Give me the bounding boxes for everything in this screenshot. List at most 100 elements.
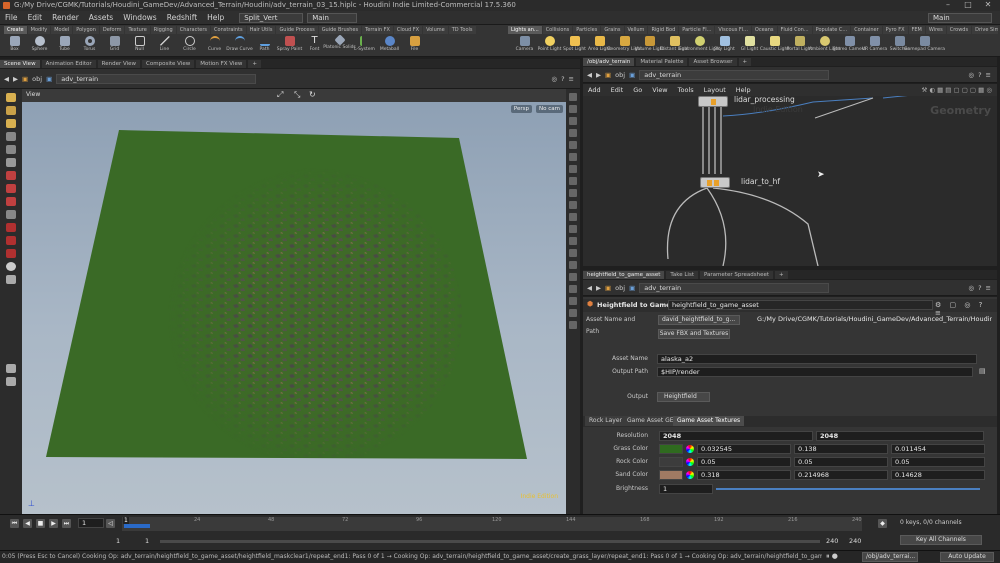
- render-region-icon[interactable]: [6, 184, 16, 193]
- tool-sky-light[interactable]: Sky Light: [712, 35, 737, 57]
- shelf-tab[interactable]: Volume: [423, 26, 448, 34]
- tab-asset-browser[interactable]: Asset Browser: [689, 58, 737, 66]
- shelf-tab[interactable]: Modify: [27, 26, 51, 34]
- shelf-tab[interactable]: FEM: [908, 26, 925, 34]
- jump-start-icon[interactable]: ⏮: [10, 519, 19, 528]
- pin-icon[interactable]: ◎: [968, 284, 974, 292]
- step-back-icon[interactable]: ◁: [106, 519, 115, 528]
- snap-edge-icon[interactable]: [6, 249, 16, 258]
- timeline-bar[interactable]: 1 24 48 72 96 120 144 168 192 216 240: [122, 517, 862, 531]
- color-wheel-icon[interactable]: [686, 445, 694, 453]
- pin-icon[interactable]: ◎: [968, 71, 974, 79]
- play-reverse-icon[interactable]: ◀: [23, 519, 32, 528]
- tool-metaball[interactable]: Metaball: [377, 35, 402, 57]
- brightness-field[interactable]: 1: [659, 484, 713, 494]
- help-icon[interactable]: ?: [978, 71, 981, 79]
- node-lidar-processing[interactable]: [698, 96, 728, 107]
- help-icon[interactable]: ?: [561, 75, 564, 83]
- tab-material-palette[interactable]: Material Palette: [636, 58, 688, 66]
- normals-icon[interactable]: [569, 165, 577, 173]
- tool-camera[interactable]: Camera: [512, 35, 537, 57]
- shelf-tab[interactable]: Grains: [601, 26, 624, 34]
- shelf-tab[interactable]: Vellum: [624, 26, 648, 34]
- tool-lsystem[interactable]: L-System: [352, 35, 377, 57]
- rotate-view-icon[interactable]: ↻: [309, 90, 316, 99]
- play-icon[interactable]: ▶: [49, 519, 58, 528]
- rotate-tool-icon[interactable]: [6, 119, 16, 128]
- sand-color-swatch[interactable]: [659, 470, 683, 480]
- vector-icon[interactable]: [569, 273, 577, 281]
- grass-r[interactable]: 0.032545: [697, 444, 791, 454]
- grass-g[interactable]: 0.138: [794, 444, 888, 454]
- output-path-field[interactable]: $HIP/render: [657, 367, 973, 377]
- shelf-tab[interactable]: Particle Fl...: [679, 26, 715, 34]
- panel-menu-icon[interactable]: ≡: [569, 75, 574, 83]
- grass-color-swatch[interactable]: [659, 444, 683, 454]
- bg-icon[interactable]: [569, 189, 577, 197]
- minimize-icon[interactable]: –: [940, 0, 956, 9]
- tool-spot-light[interactable]: Spot Light: [562, 35, 587, 57]
- persp-menu[interactable]: Persp: [510, 105, 532, 113]
- network-editor[interactable]: lidar_processing Indie Edition Geometry …: [583, 84, 997, 266]
- select-tool-icon[interactable]: [6, 93, 16, 102]
- path-current[interactable]: adv_terrain: [639, 69, 830, 80]
- key-all-channels-button[interactable]: Key All Channels: [900, 535, 982, 545]
- node-name-field[interactable]: heightfield_to_game_asset: [668, 300, 933, 310]
- display-options-icon[interactable]: [569, 93, 577, 101]
- shelf-tab[interactable]: Model: [51, 26, 73, 34]
- shelf-tab[interactable]: Pyro FX: [882, 26, 908, 34]
- shelf-tab[interactable]: Container: [851, 26, 882, 34]
- shaded-icon[interactable]: [569, 141, 577, 149]
- shelf-tab[interactable]: Rigid Bod: [648, 26, 679, 34]
- jump-end-icon[interactable]: ⏭: [62, 519, 71, 528]
- end-frame[interactable]: 240: [826, 537, 838, 545]
- tool-geometry-light[interactable]: Geometry Light: [607, 35, 642, 57]
- snap-point-icon[interactable]: [6, 236, 16, 245]
- forward-icon[interactable]: ▶: [13, 75, 18, 83]
- wireframe-icon[interactable]: [569, 129, 577, 137]
- shelf-tab[interactable]: Rigging: [150, 26, 176, 34]
- tab-motion-fx-view[interactable]: Motion FX View: [196, 60, 247, 68]
- tool-switcher[interactable]: Switcher: [887, 35, 912, 57]
- fog-icon[interactable]: [569, 237, 577, 245]
- menu-assets[interactable]: Assets: [84, 13, 118, 22]
- forward-icon[interactable]: ▶: [596, 284, 601, 292]
- file-browse-icon[interactable]: ▤: [979, 367, 986, 375]
- shelf-tab[interactable]: Collisions: [542, 26, 573, 34]
- cam-menu[interactable]: No cam: [536, 105, 563, 113]
- camera-view-icon[interactable]: [6, 275, 16, 284]
- key-icon[interactable]: ◆: [878, 519, 887, 528]
- tool-box[interactable]: Box: [2, 35, 27, 57]
- tab-render-view[interactable]: Render View: [97, 60, 141, 68]
- tool-line[interactable]: Line: [152, 35, 177, 57]
- net-menu-view[interactable]: View: [647, 86, 672, 94]
- panel-menu-icon[interactable]: ≡: [986, 71, 991, 79]
- tool-spray-paint[interactable]: Spray Paint: [277, 35, 302, 57]
- output-menu[interactable]: Heightfield: [657, 392, 710, 402]
- lock-camera-icon[interactable]: [569, 105, 577, 113]
- tool-null[interactable]: Null: [127, 35, 152, 57]
- path-current[interactable]: adv_terrain: [639, 282, 830, 293]
- tool-stereo-camera[interactable]: Stereo Camera: [833, 35, 866, 57]
- tool-path[interactable]: Path: [252, 35, 277, 57]
- path-current[interactable]: adv_terrain: [56, 73, 257, 84]
- tab-scene-view[interactable]: Scene View: [0, 60, 40, 68]
- tool-torus[interactable]: Torus: [77, 35, 102, 57]
- status-pause-icon[interactable]: ⏸ ●: [826, 551, 838, 562]
- points-icon[interactable]: [569, 153, 577, 161]
- grass-b[interactable]: 0.011454: [891, 444, 985, 454]
- view-tool-icon[interactable]: [6, 210, 16, 219]
- particle-icon[interactable]: [569, 285, 577, 293]
- net-menu-add[interactable]: Add: [583, 86, 606, 94]
- tool-draw-curve[interactable]: Draw Curve: [226, 35, 253, 57]
- render-preview-icon[interactable]: [569, 321, 577, 329]
- shadow-icon[interactable]: [569, 213, 577, 221]
- start-frame[interactable]: 1: [116, 537, 120, 545]
- rock-color-swatch[interactable]: [659, 457, 683, 467]
- tool-caustic-light[interactable]: Caustic Light: [760, 35, 789, 57]
- tool-file[interactable]: File: [402, 35, 427, 57]
- net-menu-tools[interactable]: Tools: [673, 86, 699, 94]
- tool-area-light[interactable]: Area Light: [587, 35, 612, 57]
- shelf-tab[interactable]: Texture: [125, 26, 150, 34]
- shelf-tab[interactable]: Drive Sim: [972, 26, 998, 34]
